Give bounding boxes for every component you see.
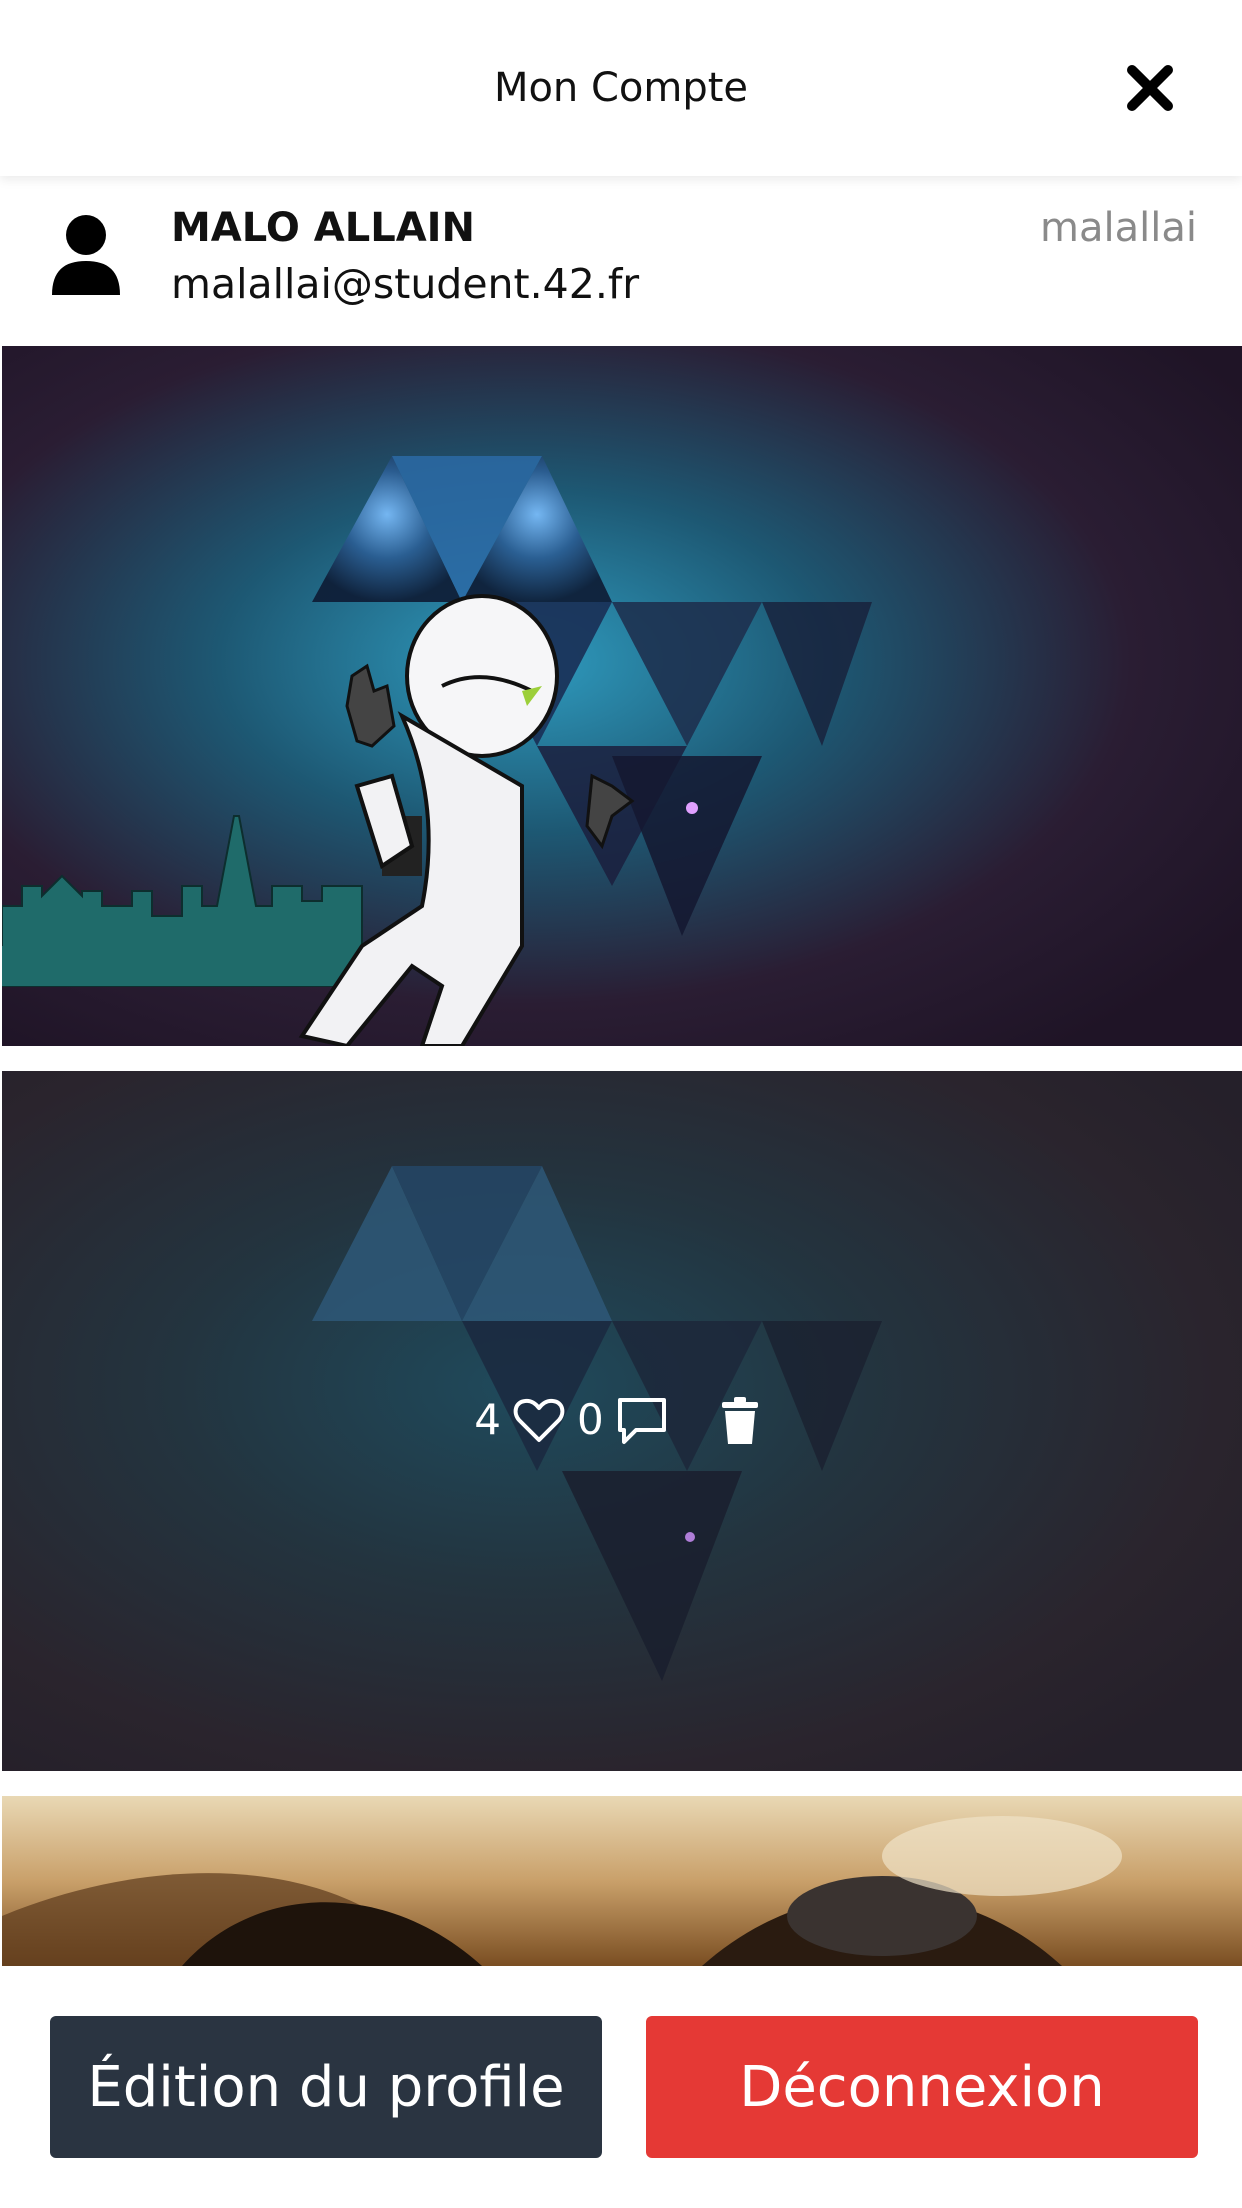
post-image[interactable] [2, 346, 1242, 1046]
user-icon [48, 215, 124, 295]
edit-profile-button[interactable]: Édition du profile [50, 2016, 602, 2158]
user-email: malallai@student.42.fr [171, 260, 640, 308]
user-full-name: MALO ALLAIN [171, 205, 476, 251]
close-icon[interactable] [1120, 58, 1180, 118]
user-login: malallai [1040, 205, 1197, 251]
post-image[interactable] [2, 1796, 1242, 1966]
page-title: Mon Compte [493, 65, 749, 111]
comment-icon[interactable] [614, 1392, 670, 1448]
likes-count: 4 [474, 1395, 501, 1444]
logout-button[interactable]: Déconnexion [646, 2016, 1198, 2158]
comments-count: 0 [577, 1395, 604, 1444]
post-stats: 4 0 [0, 1385, 1242, 1455]
trash-icon[interactable] [712, 1392, 768, 1448]
header-bar: Mon Compte [0, 0, 1242, 176]
heart-icon[interactable] [511, 1392, 567, 1448]
